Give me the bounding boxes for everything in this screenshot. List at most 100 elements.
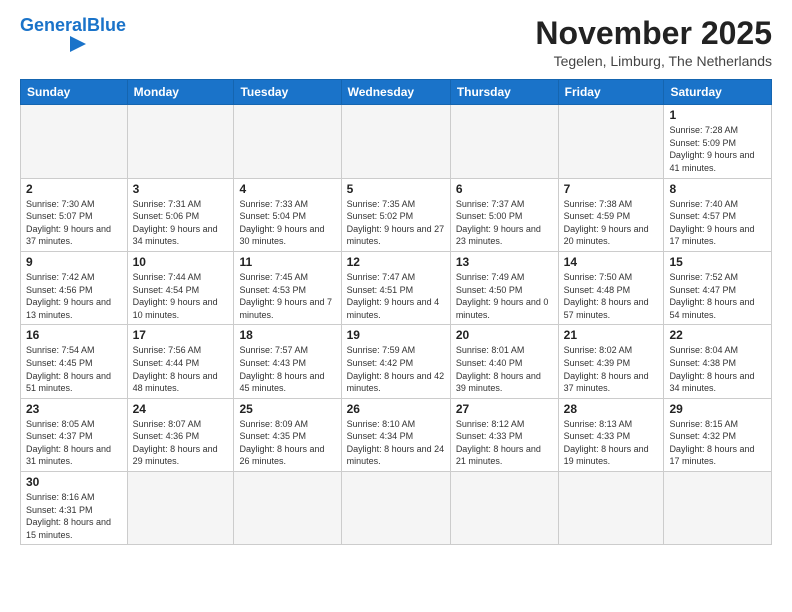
table-row [234,472,341,545]
table-row: 12Sunrise: 7:47 AM Sunset: 4:51 PM Dayli… [341,251,450,324]
day-info: Sunrise: 8:04 AM Sunset: 4:38 PM Dayligh… [669,344,766,394]
table-row: 28 Sunrise: 8:13 AM Sunset: 4:33 PM Dayli… [558,398,664,471]
table-row: 27 Sunrise: 8:12 AM Sunset: 4:33 PM Dayli… [450,398,558,471]
day-number: 2 [26,182,122,196]
table-row [450,472,558,545]
table-row [450,105,558,178]
day-info: Sunrise: 7:38 AM Sunset: 4:59 PM Dayligh… [564,198,659,248]
day-number: 25 [239,402,335,416]
table-row: 21Sunrise: 8:02 AM Sunset: 4:39 PM Dayli… [558,325,664,398]
table-row [341,472,450,545]
day-number: 27 [456,402,553,416]
day-number: 24 [133,402,229,416]
day-number: 3 [133,182,229,196]
table-row [558,472,664,545]
logo-arrow [70,36,86,52]
logo-text: GeneralBlue [20,16,126,34]
day-number: 5 [347,182,445,196]
day-number: 30 [26,475,122,489]
page: GeneralBlue November 2025 Tegelen, Limbu… [0,0,792,555]
day-number: 7 [564,182,659,196]
table-row: 7 Sunrise: 7:38 AM Sunset: 4:59 PM Daylig… [558,178,664,251]
month-title: November 2025 [535,16,772,51]
table-row: 30 Sunrise: 8:16 AM Sunset: 4:31 PM Dayli… [21,472,128,545]
day-info: Sunrise: 7:28 AM Sunset: 5:09 PM Dayligh… [669,124,766,174]
day-number: 21 [564,328,659,342]
table-row: 15Sunrise: 7:52 AM Sunset: 4:47 PM Dayli… [664,251,772,324]
day-number: 14 [564,255,659,269]
logo-blue: Blue [87,15,126,35]
logo: GeneralBlue [20,16,126,52]
day-info: Sunrise: 7:42 AM Sunset: 4:56 PM Dayligh… [26,271,122,321]
calendar: Sunday Monday Tuesday Wednesday Thursday… [20,79,772,545]
table-row: 6 Sunrise: 7:37 AM Sunset: 5:00 PM Daylig… [450,178,558,251]
day-info: Sunrise: 7:31 AM Sunset: 5:06 PM Dayligh… [133,198,229,248]
day-info: Sunrise: 7:59 AM Sunset: 4:42 PM Dayligh… [347,344,445,394]
weekday-header-row: Sunday Monday Tuesday Wednesday Thursday… [21,80,772,105]
day-number: 28 [564,402,659,416]
day-number: 26 [347,402,445,416]
day-info: Sunrise: 8:09 AM Sunset: 4:35 PM Dayligh… [239,418,335,468]
table-row: 20 Sunrise: 8:01 AM Sunset: 4:40 PM Dayli… [450,325,558,398]
table-row: 11 Sunrise: 7:45 AM Sunset: 4:53 PM Dayli… [234,251,341,324]
day-info: Sunrise: 8:13 AM Sunset: 4:33 PM Dayligh… [564,418,659,468]
table-row: 10 Sunrise: 7:44 AM Sunset: 4:54 PM Dayli… [127,251,234,324]
day-number: 1 [669,108,766,122]
table-row [664,472,772,545]
day-number: 20 [456,328,553,342]
table-row [127,105,234,178]
table-row [127,472,234,545]
day-info: Sunrise: 7:45 AM Sunset: 4:53 PM Dayligh… [239,271,335,321]
day-info: Sunrise: 8:01 AM Sunset: 4:40 PM Dayligh… [456,344,553,394]
header-monday: Monday [127,80,234,105]
day-info: Sunrise: 7:40 AM Sunset: 4:57 PM Dayligh… [669,198,766,248]
day-info: Sunrise: 7:44 AM Sunset: 4:54 PM Dayligh… [133,271,229,321]
day-number: 10 [133,255,229,269]
table-row [558,105,664,178]
day-number: 12 [347,255,445,269]
day-info: Sunrise: 7:57 AM Sunset: 4:43 PM Dayligh… [239,344,335,394]
day-number: 23 [26,402,122,416]
day-number: 16 [26,328,122,342]
calendar-body: 1 Sunrise: 7:28 AM Sunset: 5:09 PM Daylig… [21,105,772,545]
table-row: 19Sunrise: 7:59 AM Sunset: 4:42 PM Dayli… [341,325,450,398]
table-row: 8 Sunrise: 7:40 AM Sunset: 4:57 PM Daylig… [664,178,772,251]
header-wednesday: Wednesday [341,80,450,105]
table-row [21,105,128,178]
day-info: Sunrise: 8:10 AM Sunset: 4:34 PM Dayligh… [347,418,445,468]
table-row: 14 Sunrise: 7:50 AM Sunset: 4:48 PM Dayli… [558,251,664,324]
day-number: 11 [239,255,335,269]
table-row: 5 Sunrise: 7:35 AM Sunset: 5:02 PM Daylig… [341,178,450,251]
day-number: 13 [456,255,553,269]
table-row: 26 Sunrise: 8:10 AM Sunset: 4:34 PM Dayli… [341,398,450,471]
calendar-header: Sunday Monday Tuesday Wednesday Thursday… [21,80,772,105]
table-row [234,105,341,178]
table-row [341,105,450,178]
day-info: Sunrise: 8:12 AM Sunset: 4:33 PM Dayligh… [456,418,553,468]
day-number: 8 [669,182,766,196]
table-row: 18Sunrise: 7:57 AM Sunset: 4:43 PM Dayli… [234,325,341,398]
header-tuesday: Tuesday [234,80,341,105]
day-info: Sunrise: 7:54 AM Sunset: 4:45 PM Dayligh… [26,344,122,394]
day-info: Sunrise: 7:37 AM Sunset: 5:00 PM Dayligh… [456,198,553,248]
day-info: Sunrise: 8:05 AM Sunset: 4:37 PM Dayligh… [26,418,122,468]
day-number: 29 [669,402,766,416]
title-area: November 2025 Tegelen, Limburg, The Neth… [535,16,772,69]
header-sunday: Sunday [21,80,128,105]
day-info: Sunrise: 7:50 AM Sunset: 4:48 PM Dayligh… [564,271,659,321]
table-row: 2Sunrise: 7:30 AM Sunset: 5:07 PM Daylig… [21,178,128,251]
header-saturday: Saturday [664,80,772,105]
day-number: 6 [456,182,553,196]
header-thursday: Thursday [450,80,558,105]
table-row: 4Sunrise: 7:33 AM Sunset: 5:04 PM Daylig… [234,178,341,251]
table-row: 9 Sunrise: 7:42 AM Sunset: 4:56 PM Daylig… [21,251,128,324]
day-number: 9 [26,255,122,269]
location-subtitle: Tegelen, Limburg, The Netherlands [535,53,772,69]
table-row: 3 Sunrise: 7:31 AM Sunset: 5:06 PM Daylig… [127,178,234,251]
table-row: 16 Sunrise: 7:54 AM Sunset: 4:45 PM Dayli… [21,325,128,398]
day-info: Sunrise: 8:16 AM Sunset: 4:31 PM Dayligh… [26,491,122,541]
day-number: 22 [669,328,766,342]
day-info: Sunrise: 7:35 AM Sunset: 5:02 PM Dayligh… [347,198,445,248]
table-row: 29Sunrise: 8:15 AM Sunset: 4:32 PM Dayli… [664,398,772,471]
table-row: 24Sunrise: 8:07 AM Sunset: 4:36 PM Dayli… [127,398,234,471]
